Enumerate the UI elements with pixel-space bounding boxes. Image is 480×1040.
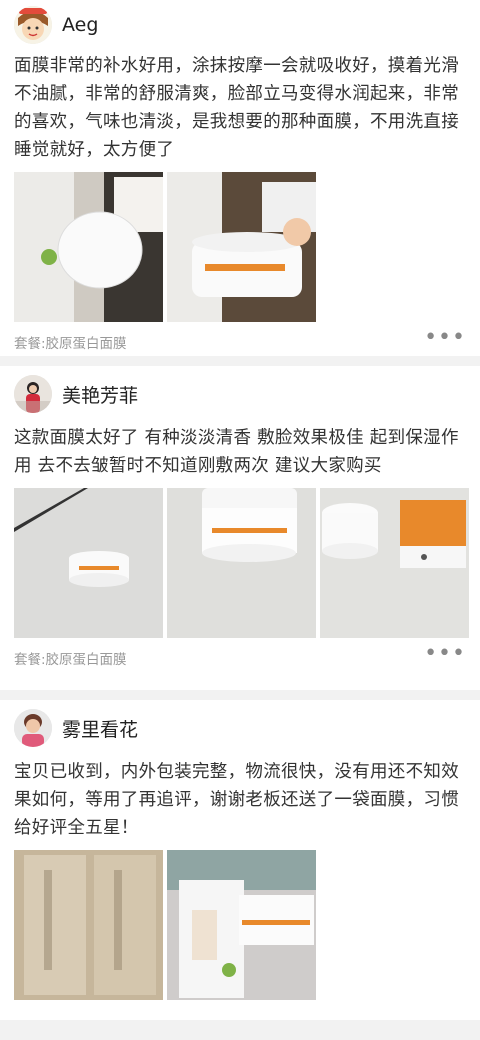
review-photo[interactable] bbox=[14, 488, 163, 638]
review-photo[interactable] bbox=[14, 172, 163, 322]
review-photo[interactable] bbox=[167, 850, 316, 1000]
package-bag-photo bbox=[14, 850, 163, 1000]
product-jar-photo bbox=[14, 488, 163, 638]
review-photo[interactable] bbox=[167, 488, 316, 638]
product-jar-photo bbox=[167, 172, 316, 322]
more-dots-icon[interactable]: ••• bbox=[424, 643, 466, 667]
package-label: 套餐:胶原蛋白面膜 bbox=[14, 652, 127, 668]
user-nickname: Aeg bbox=[62, 14, 99, 36]
person-photo-icon bbox=[14, 375, 52, 413]
product-jar-photo bbox=[167, 488, 316, 638]
user-nickname: 美艳芳菲 bbox=[62, 384, 139, 407]
review-meta bbox=[14, 1000, 466, 1040]
product-jar-photo bbox=[14, 172, 163, 322]
package-label: 套餐:胶原蛋白面膜 bbox=[14, 336, 127, 352]
review-text: 宝贝已收到，内外包装完整，物流很快，没有用还不知效果如何，等用了再追评，谢谢老板… bbox=[14, 762, 459, 838]
review-header: 雾里看花 bbox=[14, 700, 466, 756]
review-text: 这款面膜太好了 有种淡淡清香 敷脸效果极佳 起到保湿作用 去不去皱暂时不知道刚敷… bbox=[14, 428, 459, 476]
review-card: 美艳芳菲 这款面膜太好了 有种淡淡清香 敷脸效果极佳 起到保湿作用 去不去皱暂时… bbox=[0, 366, 480, 690]
review-photos bbox=[14, 172, 466, 322]
more-dots-icon[interactable]: ••• bbox=[424, 327, 466, 351]
review-photos bbox=[14, 850, 466, 1000]
review-meta: 套餐:胶原蛋白面膜 ••• bbox=[14, 322, 466, 362]
product-box-photo bbox=[320, 488, 469, 638]
review-header: Aeg bbox=[14, 0, 466, 50]
review-meta: 套餐:胶原蛋白面膜 ••• bbox=[14, 638, 466, 678]
review-text: 面膜非常的补水好用，涂抹按摩一会就吸收好，摸着光滑不油腻，非常的舒服清爽，脸部立… bbox=[14, 56, 459, 160]
user-avatar[interactable] bbox=[14, 6, 52, 44]
review-photo[interactable] bbox=[320, 488, 469, 638]
user-avatar[interactable] bbox=[14, 709, 52, 747]
review-photo[interactable] bbox=[167, 172, 316, 322]
review-card: 雾里看花 宝贝已收到，内外包装完整，物流很快，没有用还不知效果如何，等用了再追评… bbox=[0, 700, 480, 1020]
product-box-photo bbox=[167, 850, 316, 1000]
review-photos bbox=[14, 488, 469, 638]
review-card: Aeg 面膜非常的补水好用，涂抹按摩一会就吸收好，摸着光滑不油腻，非常的舒服清爽… bbox=[0, 0, 480, 356]
user-nickname: 雾里看花 bbox=[62, 718, 139, 741]
review-header: 美艳芳菲 bbox=[14, 366, 466, 422]
person-photo-icon bbox=[14, 709, 52, 747]
review-photo[interactable] bbox=[14, 850, 163, 1000]
user-avatar[interactable] bbox=[14, 375, 52, 413]
cartoon-face-icon bbox=[14, 6, 52, 44]
